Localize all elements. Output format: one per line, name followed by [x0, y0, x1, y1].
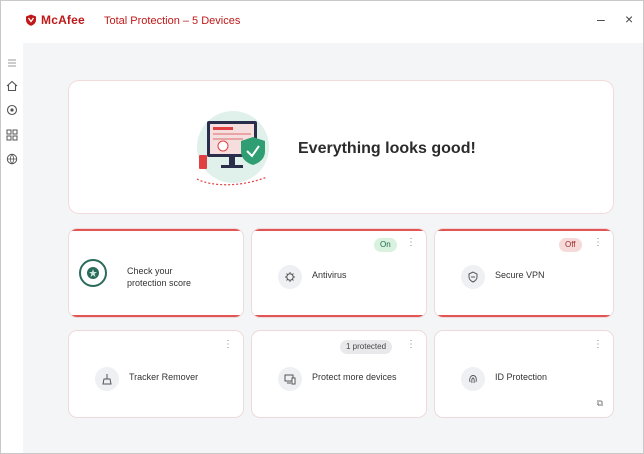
vpn-label: Secure VPN: [495, 270, 545, 280]
menu-icon[interactable]: [4, 55, 20, 71]
fingerprint-icon: [461, 367, 485, 391]
tracker-remover-card[interactable]: ⋮ Tracker Remover: [69, 331, 243, 417]
devices-protected-badge: 1 protected: [340, 340, 393, 354]
antivirus-card[interactable]: On ⋮ Antivirus: [252, 229, 426, 317]
window-title: Total Protection – 5 Devices: [104, 15, 241, 27]
brand-name: McAfee: [41, 13, 85, 27]
vpn-icon: [461, 265, 485, 289]
minimize-button[interactable]: –: [597, 11, 605, 27]
sidebar: [1, 43, 24, 453]
app-window: McAfee Total Protection – 5 Devices – ×: [0, 0, 644, 454]
status-hero-card: Everything looks good!: [69, 81, 613, 213]
protection-score-card[interactable]: Check your protection score: [69, 229, 243, 317]
protection-score-label-line2: protection score: [127, 278, 192, 288]
antivirus-status-badge: On: [374, 238, 397, 252]
external-link-icon[interactable]: ⧉: [597, 398, 603, 409]
card-accent-bar: [435, 315, 613, 317]
protection-icon[interactable]: [4, 102, 20, 118]
card-accent-bar: [69, 229, 243, 231]
card-accent-bar: [252, 229, 426, 231]
antivirus-icon: [278, 265, 302, 289]
apps-grid-icon[interactable]: [4, 127, 20, 143]
vpn-status-badge: Off: [559, 238, 582, 252]
card-accent-bar: [69, 315, 243, 317]
tracker-label: Tracker Remover: [129, 372, 199, 382]
id-protection-more-icon[interactable]: ⋮: [593, 339, 603, 350]
close-button[interactable]: ×: [625, 11, 633, 27]
secure-vpn-card[interactable]: Off ⋮ Secure VPN: [435, 229, 613, 317]
id-protection-card[interactable]: ⋮ ID Protection ⧉: [435, 331, 613, 417]
title-bar: McAfee Total Protection – 5 Devices – ×: [1, 1, 643, 43]
devices-icon: [278, 367, 302, 391]
computer-secure-illustration-icon: [196, 111, 269, 186]
status-title: Everything looks good!: [298, 140, 476, 157]
main-content: Everything looks good! Check your protec…: [23, 43, 643, 453]
antivirus-more-icon[interactable]: ⋮: [406, 237, 416, 248]
antivirus-label: Antivirus: [312, 270, 347, 280]
devices-label: Protect more devices: [312, 372, 397, 382]
tracker-more-icon[interactable]: ⋮: [223, 339, 233, 350]
card-accent-bar: [252, 315, 426, 317]
shield-logo-icon: [26, 14, 36, 26]
devices-more-icon[interactable]: ⋮: [406, 339, 416, 350]
protection-score-label-line1: Check your: [127, 266, 173, 276]
star-score-icon: [79, 259, 107, 287]
protection-score-label: Check your protection score: [127, 265, 191, 289]
card-accent-bar: [435, 229, 613, 231]
globe-icon[interactable]: [4, 151, 20, 167]
mcafee-logo: McAfee: [25, 13, 85, 27]
id-protection-label: ID Protection: [495, 372, 548, 382]
vpn-more-icon[interactable]: ⋮: [593, 237, 603, 248]
protect-devices-card[interactable]: 1 protected ⋮ Protect more devices: [252, 331, 426, 417]
broom-icon: [95, 367, 119, 391]
home-icon[interactable]: [4, 78, 20, 94]
